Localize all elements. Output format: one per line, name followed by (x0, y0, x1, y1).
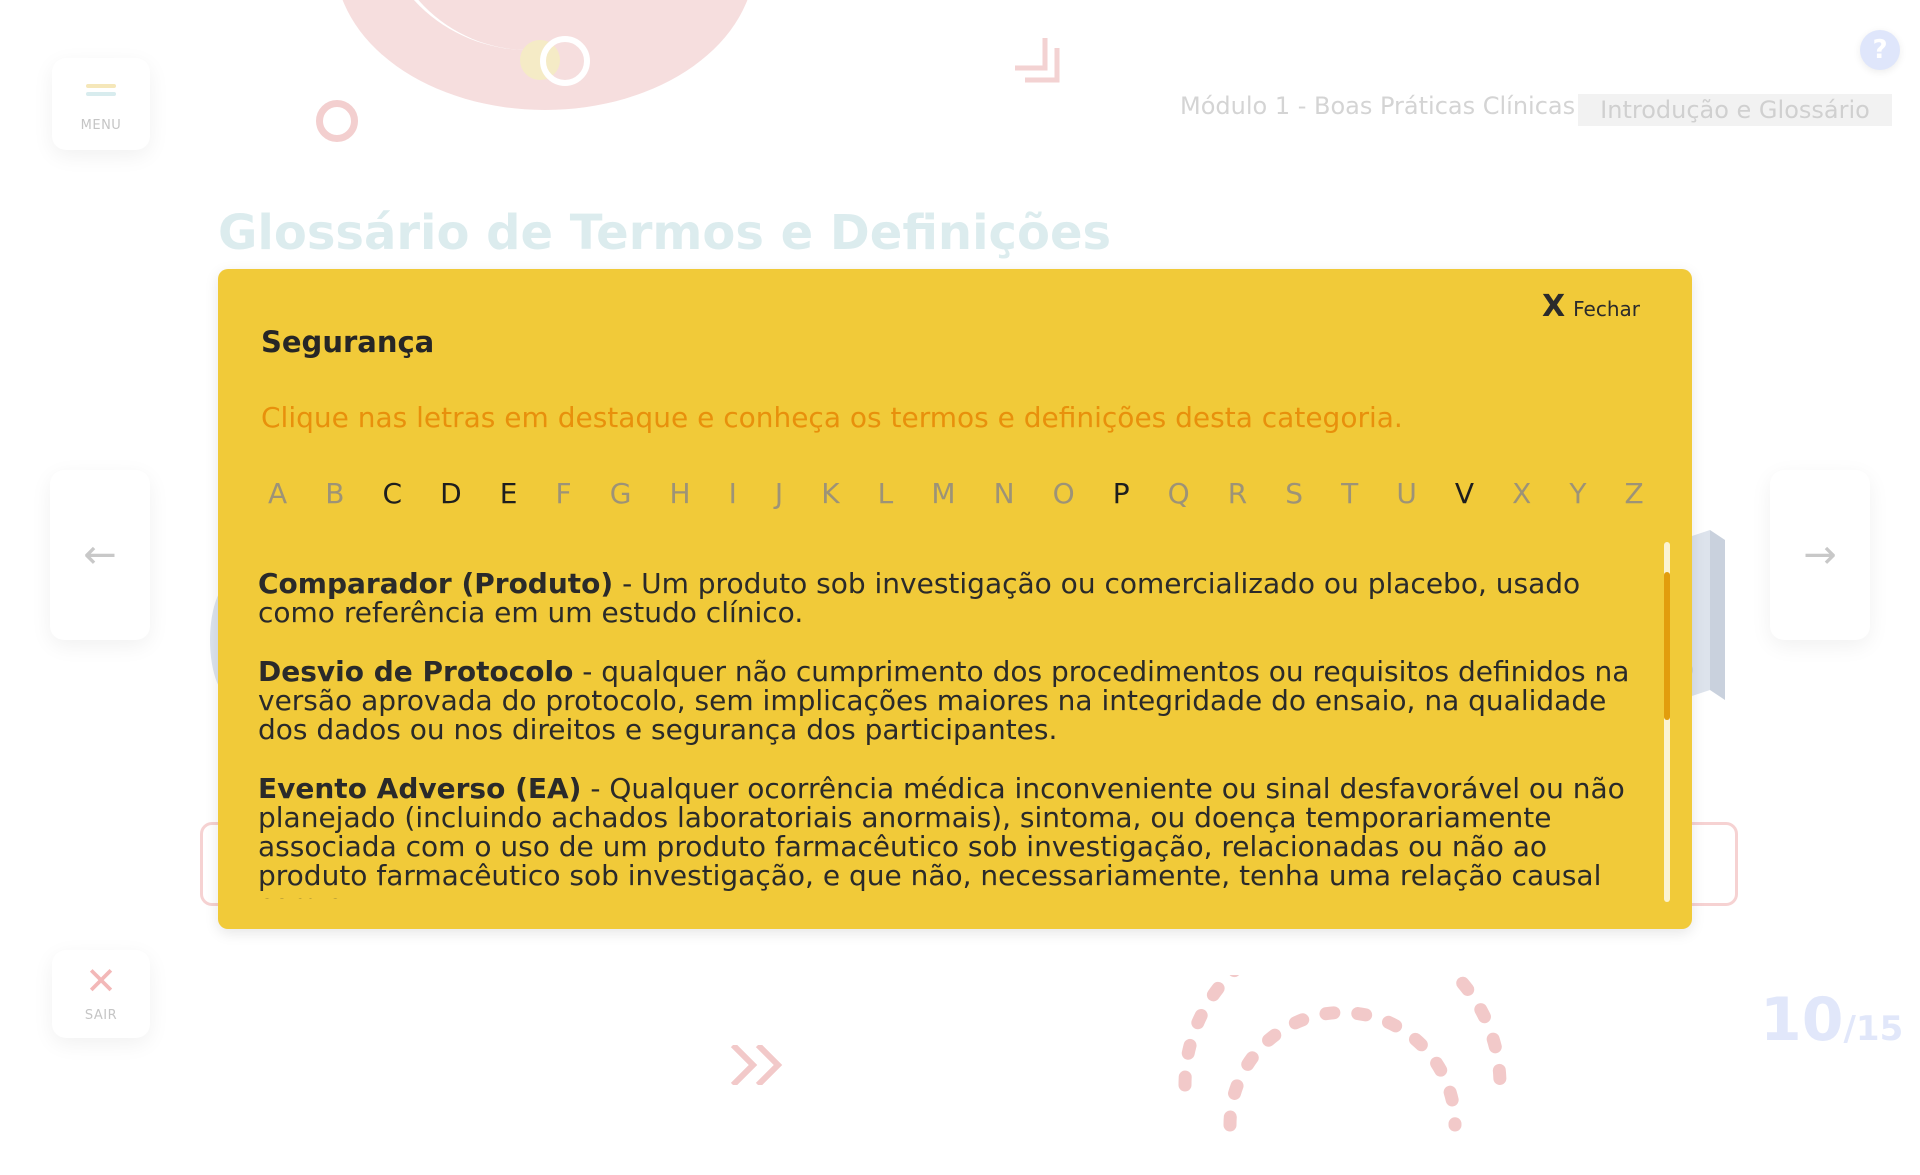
breadcrumb-section: Introdução e Glossário (1578, 94, 1892, 126)
decorative-bracket-icon (1015, 38, 1060, 83)
scrollbar-thumb[interactable] (1664, 572, 1670, 720)
letter-y: Y (1569, 477, 1587, 510)
letter-n: N (993, 477, 1015, 510)
help-button[interactable]: ? (1860, 30, 1900, 70)
letter-o: O (1052, 477, 1075, 510)
exit-button[interactable]: ✕ SAIR (52, 950, 150, 1038)
modal-instruction: Clique nas letras em destaque e conheça … (261, 401, 1403, 434)
letter-q: Q (1167, 477, 1190, 510)
glossary-modal: X Fechar Segurança Clique nas letras em … (218, 269, 1692, 929)
letter-r: R (1227, 477, 1248, 510)
exit-label: SAIR (84, 1008, 118, 1023)
arrow-right-icon: → (1803, 532, 1837, 578)
close-modal-button[interactable]: X Fechar (1542, 289, 1640, 324)
breadcrumb-module: Módulo 1 - Boas Práticas Clínicas (1180, 92, 1576, 120)
letter-v[interactable]: V (1455, 477, 1474, 510)
menu-button[interactable]: MENU (52, 58, 150, 150)
page-title: Glossário de Termos e Definições (218, 205, 1112, 261)
letter-u: U (1396, 477, 1417, 510)
letter-p[interactable]: P (1113, 477, 1130, 510)
letter-h: H (669, 477, 691, 510)
alphabet-index: ABCDEFGHIJKLMNOPQRSTUVXYZ (256, 477, 1656, 510)
current-page: 10 (1760, 985, 1844, 1055)
glossary-entry: Desvio de Protocolo - qualquer não cumpr… (258, 657, 1648, 744)
arrow-left-icon: ← (83, 532, 117, 578)
close-x-icon: ✕ (85, 959, 117, 1003)
glossary-entry: Comparador (Produto) - Um produto sob in… (258, 569, 1648, 627)
letter-i: I (728, 477, 737, 510)
letter-e[interactable]: E (500, 477, 518, 510)
glossary-terms[interactable]: Comparador (Produto) - Um produto sob in… (258, 569, 1648, 899)
glossary-entry: Evento Adverso (EA) - Qualquer ocorrênci… (258, 774, 1648, 899)
menu-label: MENU (80, 118, 122, 133)
letter-s: S (1285, 477, 1304, 510)
previous-page-button[interactable]: ← (50, 470, 150, 640)
letter-d[interactable]: D (440, 477, 462, 510)
decorative-ring-white (540, 36, 590, 86)
letter-f: F (555, 477, 572, 510)
letter-j: J (774, 477, 784, 510)
letter-m: M (931, 477, 956, 510)
letter-k: K (821, 477, 840, 510)
letter-g: G (609, 477, 632, 510)
letter-z: Z (1624, 477, 1644, 510)
letter-a: A (268, 477, 288, 510)
decorative-dotted-arc (1178, 975, 1507, 1132)
close-label: Fechar (1573, 297, 1640, 321)
total-pages: /15 (1843, 1009, 1904, 1049)
letter-x: X (1512, 477, 1532, 510)
decorative-ring (316, 100, 358, 142)
letter-t: T (1341, 477, 1359, 510)
decorative-chevrons-icon (730, 1045, 783, 1085)
letter-b: B (325, 477, 345, 510)
letter-l: L (877, 477, 894, 510)
modal-title: Segurança (261, 325, 435, 359)
letter-c[interactable]: C (383, 477, 403, 510)
close-icon: X (1541, 289, 1566, 324)
next-page-button[interactable]: → (1770, 470, 1870, 640)
hamburger-menu-icon (86, 84, 116, 104)
page-counter: 10/15 (1760, 985, 1903, 1055)
